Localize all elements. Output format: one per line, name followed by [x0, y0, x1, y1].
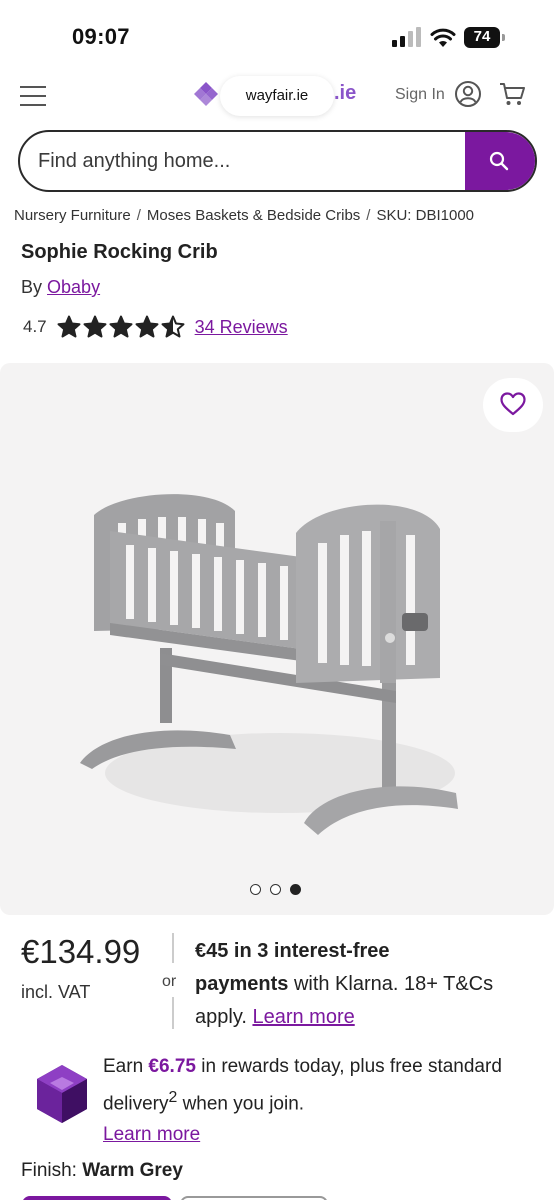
status-bar: 09:07 74: [0, 0, 554, 70]
or-label: or: [162, 973, 177, 990]
star-full-icon: [109, 315, 133, 338]
logo-domain: .ie: [334, 82, 357, 104]
sign-in-link[interactable]: Sign In: [395, 86, 445, 104]
rating-stars: [57, 315, 185, 339]
by-label: By: [21, 277, 43, 297]
search-icon: [489, 151, 509, 171]
rewards-amount: €6.75: [148, 1056, 196, 1077]
product-image-gallery[interactable]: [0, 363, 554, 915]
reviews-link[interactable]: 34 Reviews: [195, 317, 288, 338]
user-icon[interactable]: [454, 80, 482, 108]
klarna-payments: payments: [195, 973, 289, 995]
search-bar: [18, 130, 537, 192]
star-full-icon: [57, 315, 81, 338]
site-header: wayfair.ie .ie Sign In: [0, 70, 554, 128]
divider-bottom: [172, 997, 174, 1029]
rewards-learn-more-link[interactable]: Learn more: [103, 1124, 200, 1145]
finish-option-selected[interactable]: [22, 1196, 172, 1200]
wayfair-logo-icon[interactable]: [192, 80, 220, 108]
klarna-amount: €45 in 3 interest-free: [195, 940, 390, 962]
cart-icon[interactable]: [498, 80, 526, 108]
product-brand-line: By Obaby: [21, 277, 100, 298]
rating-value: 4.7: [23, 317, 47, 336]
address-bar-url[interactable]: wayfair.ie: [220, 76, 334, 116]
favorite-button[interactable]: [483, 378, 543, 432]
breadcrumb-item-nursery[interactable]: Nursery Furniture: [14, 207, 131, 224]
finish-selector-label: Finish: Warm Grey: [21, 1160, 183, 1182]
breadcrumb: Nursery Furniture / Moses Baskets & Bedsid…: [14, 207, 475, 224]
product-title: Sophie Rocking Crib: [21, 241, 218, 263]
carousel-dot[interactable]: [290, 884, 301, 895]
brand-link[interactable]: Obaby: [47, 277, 100, 297]
klarna-financing-info: €45 in 3 interest-free payments with Kla…: [195, 935, 535, 1034]
hamburger-icon[interactable]: [20, 82, 48, 106]
product-rating: 4.7 34 Reviews: [23, 315, 288, 339]
star-full-icon: [135, 315, 159, 338]
finish-value: Warm Grey: [82, 1160, 183, 1181]
wifi-icon: [430, 28, 456, 47]
carousel-indicators: [250, 884, 301, 895]
sku-label: SKU: DBI1000: [376, 207, 475, 224]
finish-label: Finish:: [21, 1160, 77, 1181]
rewards-earn: Earn: [103, 1056, 144, 1077]
rewards-gem-icon: [37, 1065, 87, 1123]
finish-option[interactable]: [180, 1196, 328, 1200]
divider-top: [172, 933, 174, 963]
search-button[interactable]: [465, 132, 535, 190]
product-image-crib: [80, 494, 458, 835]
vat-note: incl. VAT: [21, 982, 91, 1002]
carousel-dot[interactable]: [250, 884, 261, 895]
rewards-footnote: 2: [168, 1089, 178, 1106]
rewards-promo: Earn €6.75 in rewards today, plus free s…: [103, 1051, 533, 1150]
signal-icon: [392, 27, 421, 47]
carousel-dot[interactable]: [270, 884, 281, 895]
star-half-icon: [161, 315, 185, 338]
klarna-learn-more-link[interactable]: Learn more: [252, 1006, 354, 1028]
heart-icon: [500, 392, 526, 416]
search-input[interactable]: [20, 132, 467, 190]
star-full-icon: [83, 315, 107, 338]
battery-level: 74: [473, 28, 491, 45]
status-time: 09:07: [72, 24, 130, 49]
product-price: €134.99: [21, 933, 141, 970]
breadcrumb-item-moses-baskets[interactable]: Moses Baskets & Bedside Cribs: [147, 207, 360, 224]
rewards-text-end: when you join.: [182, 1093, 305, 1115]
battery-icon: 74: [464, 27, 506, 48]
